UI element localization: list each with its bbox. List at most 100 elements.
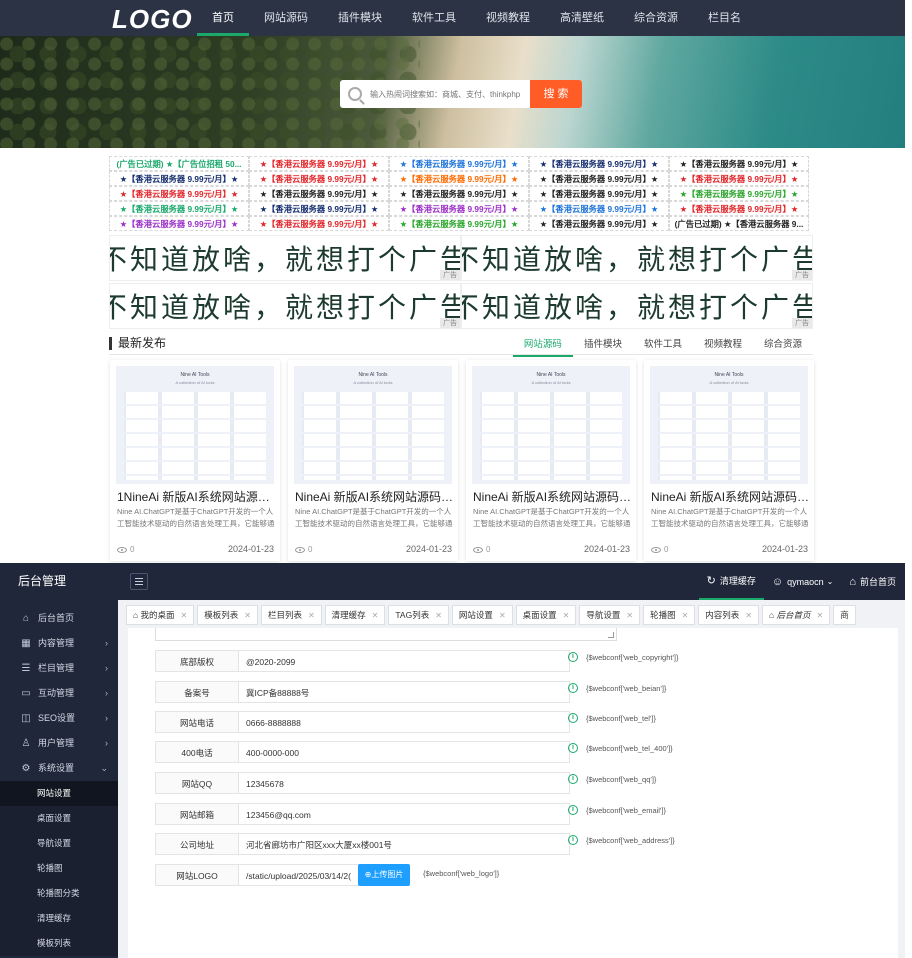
search-button[interactable]: 搜 索 <box>530 80 582 108</box>
text-ad-link[interactable]: ★【香港云服务器 9.99元/月】★ <box>389 156 529 171</box>
page-tab[interactable]: 模板列表 ✕ <box>197 605 258 625</box>
sidebar-item[interactable]: ▦ 内容管理 › <box>0 631 118 656</box>
field-input[interactable]: 400-0000-000 <box>239 741 570 763</box>
text-ad-link[interactable]: ★【香港云服务器 9.99元/月】★ <box>109 186 249 201</box>
text-ad-link[interactable]: ★【香港云服务器 9.99元/月】★ <box>529 186 669 201</box>
sidebar-item[interactable]: ☰ 栏目管理 › <box>0 656 118 681</box>
clear-cache-button[interactable]: ↻ 清理缓存 <box>698 563 764 600</box>
close-icon[interactable]: ✕ <box>745 611 752 620</box>
text-ad-link[interactable]: ★【香港云服务器 9.99元/月】★ <box>529 171 669 186</box>
text-ad-link[interactable]: ★【香港云服务器 9.99元/月】★ <box>109 201 249 216</box>
text-ad-link[interactable]: ★【香港云服务器 9.99元/月】★ <box>389 171 529 186</box>
page-tab[interactable]: 清理缓存 ✕ <box>324 605 386 625</box>
resource-card[interactable]: Nine AI Tools A collection of AI tools Nin… <box>644 360 814 561</box>
page-tab[interactable]: ⌂ 我的桌面 ✕ <box>126 605 195 625</box>
close-icon[interactable]: ✕ <box>817 611 824 620</box>
card-thumbnail[interactable]: Nine AI Tools A collection of AI tools <box>650 366 808 484</box>
page-tab[interactable]: 轮播图 ✕ <box>643 605 696 625</box>
close-icon[interactable]: ✕ <box>372 611 379 620</box>
nav-item-source[interactable]: 网站源码 <box>249 0 323 36</box>
site-logo[interactable]: LOGO <box>112 4 193 35</box>
page-tab[interactable]: TAG列表 ✕ <box>388 605 449 625</box>
front-home-link[interactable]: ⌂ 前台首页 <box>841 563 904 600</box>
close-icon[interactable]: ✕ <box>244 611 251 620</box>
nav-item-video[interactable]: 视频教程 <box>471 0 545 36</box>
menu-toggle-button[interactable] <box>130 573 148 590</box>
sidebar-subitem[interactable]: 桌面设置 <box>0 806 118 831</box>
text-ad-link[interactable]: ★【香港云服务器 9.99元/月】★ <box>389 186 529 201</box>
text-ad-link[interactable]: (广告已过期) ★【香港云服务器 9... <box>669 216 809 231</box>
text-ad-link[interactable]: ★【香港云服务器 9.99元/月】★ <box>249 156 389 171</box>
close-icon[interactable]: ✕ <box>499 611 506 620</box>
banner-ad[interactable]: 不知道放啥，就想打个广告 广告 <box>109 235 461 281</box>
field-input[interactable]: 123456@qq.com <box>239 803 570 825</box>
sidebar-subitem[interactable]: 模板列表 <box>0 931 118 956</box>
text-ad-link[interactable]: ★【香港云服务器 9.99元/月】★ <box>389 216 529 231</box>
resource-card[interactable]: Nine AI Tools A collection of AI tools 1Ni… <box>110 360 280 561</box>
page-tab[interactable]: 栏目列表 ✕ <box>260 605 322 625</box>
upload-image-button[interactable]: ⊕上传图片 <box>358 864 410 886</box>
sidebar-item[interactable]: ▭ 互动管理 › <box>0 681 118 706</box>
nav-item-software[interactable]: 软件工具 <box>397 0 471 36</box>
text-ad-link[interactable]: ★【香港云服务器 9.99元/月】★ <box>669 186 809 201</box>
text-ad-link[interactable]: ★【香港云服务器 9.99元/月】★ <box>109 216 249 231</box>
nav-item-column[interactable]: 栏目名 <box>693 0 756 36</box>
page-tab[interactable]: 网站设置 ✕ <box>451 605 513 625</box>
sidebar-subitem[interactable]: 轮播图 <box>0 856 118 881</box>
field-input[interactable]: 12345678 <box>239 772 570 794</box>
latest-tab[interactable]: 网站源码 <box>512 333 573 357</box>
card-title[interactable]: NineAi 新版AI系统网站源码 C... <box>473 488 633 505</box>
sidebar-item[interactable]: ⌂ 后台首页 <box>0 606 118 631</box>
sidebar-item[interactable]: ♙ 用户管理 › <box>0 731 118 756</box>
search-input[interactable] <box>370 89 520 99</box>
field-input[interactable]: @2020-2099 <box>239 650 570 672</box>
text-ad-link[interactable]: ★【香港云服务器 9.99元/月】★ <box>249 171 389 186</box>
card-thumbnail[interactable]: Nine AI Tools A collection of AI tools <box>116 366 274 484</box>
close-icon[interactable]: ✕ <box>435 611 442 620</box>
card-thumbnail[interactable]: Nine AI Tools A collection of AI tools <box>472 366 630 484</box>
page-tab[interactable]: 导航设置 ✕ <box>579 605 641 625</box>
resource-card[interactable]: Nine AI Tools A collection of AI tools Nin… <box>466 360 636 561</box>
text-ad-link[interactable]: ★【香港云服务器 9.99元/月】★ <box>529 216 669 231</box>
sidebar-subitem[interactable]: 轮播图分类 <box>0 881 118 906</box>
text-ad-link[interactable]: ★【香港云服务器 9.99元/月】★ <box>529 156 669 171</box>
page-tab[interactable]: 商 <box>833 605 856 625</box>
nav-item-plugins[interactable]: 插件模块 <box>323 0 397 36</box>
latest-tab[interactable]: 综合资源 <box>753 333 813 357</box>
text-ad-link[interactable]: ★【香港云服务器 9.99元/月】★ <box>529 201 669 216</box>
nav-item-wallpaper[interactable]: 高清壁纸 <box>545 0 619 36</box>
banner-ad[interactable]: 不知道放啥，就想打个广告 广告 <box>461 235 813 281</box>
close-icon[interactable]: ✕ <box>308 611 315 620</box>
resource-card[interactable]: Nine AI Tools A collection of AI tools Nin… <box>288 360 458 561</box>
text-ad-link[interactable]: ★【香港云服务器 9.99元/月】★ <box>669 171 809 186</box>
text-ad-link[interactable]: ★【香港云服务器 9.99元/月】★ <box>389 201 529 216</box>
card-title[interactable]: NineAi 新版AI系统网站源码 C... <box>651 488 811 505</box>
text-ad-link[interactable]: ★【香港云服务器 9.99元/月】★ <box>249 201 389 216</box>
card-title[interactable]: 1NineAi 新版AI系统网站源码 ... <box>117 488 277 505</box>
close-icon[interactable]: ✕ <box>563 611 570 620</box>
text-ad-link[interactable]: ★【香港云服务器 9.99元/月】★ <box>249 186 389 201</box>
field-input[interactable]: 河北省廊坊市广阳区xxx大厦xx楼001号 <box>239 833 570 855</box>
sidebar-subitem[interactable]: 网站设置 <box>0 781 118 806</box>
logo-path-input[interactable]: /static/upload/2025/03/14/2( <box>239 864 359 886</box>
user-menu[interactable]: ☺ qymaocn ⌄ <box>764 563 841 600</box>
card-title[interactable]: NineAi 新版AI系统网站源码 C... <box>295 488 455 505</box>
nav-item-resources[interactable]: 综合资源 <box>619 0 693 36</box>
text-ad-link[interactable]: ★【香港云服务器 9.99元/月】★ <box>249 216 389 231</box>
latest-tab[interactable]: 软件工具 <box>633 333 693 357</box>
sidebar-item[interactable]: ◫ SEO设置 › <box>0 706 118 731</box>
latest-tab[interactable]: 插件模块 <box>573 333 633 357</box>
page-tab[interactable]: 桌面设置 ✕ <box>515 605 577 625</box>
text-ad-link[interactable]: ★【香港云服务器 9.99元/月】★ <box>669 156 809 171</box>
banner-ad[interactable]: 不知道放啥，就想打个广告 广告 <box>461 283 813 329</box>
sidebar-subitem[interactable]: 导航设置 <box>0 831 118 856</box>
banner-ad[interactable]: 不知道放啥，就想打个广告 广告 <box>109 283 461 329</box>
field-input[interactable]: 0666-8888888 <box>239 711 570 733</box>
page-tab[interactable]: ⌂ 后台首页 ✕ <box>762 605 831 625</box>
card-thumbnail[interactable]: Nine AI Tools A collection of AI tools <box>294 366 452 484</box>
text-ad-link[interactable]: ★【香港云服务器 9.99元/月】★ <box>109 171 249 186</box>
close-icon[interactable]: ✕ <box>626 611 633 620</box>
text-ad-link[interactable]: (广告已过期) ★【广告位招租 50... <box>109 156 249 171</box>
sidebar-item[interactable]: ⚙ 系统设置 ⌄ <box>0 756 118 781</box>
close-icon[interactable]: ✕ <box>181 611 188 620</box>
